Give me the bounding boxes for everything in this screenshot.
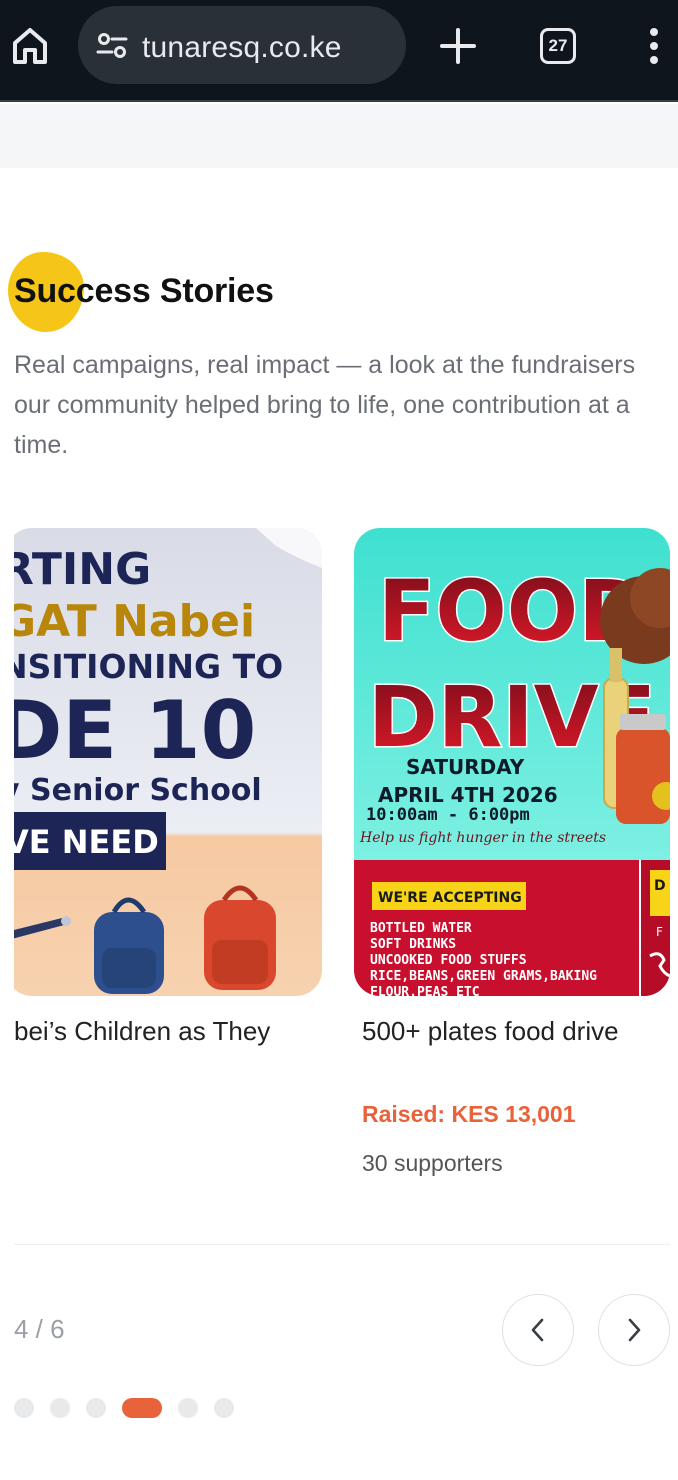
poster-day: SATURDAY — [406, 755, 525, 779]
poster-food-drive: FOOD DRIVE SATURDAY APRIL 4TH 2026 10:00… — [354, 528, 670, 996]
section-title: Success Stories — [14, 272, 274, 310]
poster-item: SOFT DRINKS — [370, 937, 456, 952]
slide-counter: 4 / 6 — [14, 1314, 65, 1344]
poster-text-line4: DE 10 — [14, 684, 256, 777]
poster-text-line2: GAT Nabei — [14, 596, 255, 647]
pagination-dot[interactable] — [86, 1398, 106, 1418]
campaign-title[interactable]: 500+ plates food drive — [354, 1016, 670, 1047]
poster-time: 10:00am - 6:00pm — [366, 805, 530, 825]
address-bar[interactable]: tunaresq.co.ke — [78, 6, 406, 84]
pagination-dot[interactable] — [178, 1398, 198, 1418]
campaign-poster-image[interactable]: FOOD DRIVE SATURDAY APRIL 4TH 2026 10:00… — [354, 528, 670, 996]
home-button[interactable] — [10, 24, 50, 68]
poster-tagline: Help us fight hunger in the streets — [359, 830, 606, 846]
pagination-dot[interactable] — [14, 1398, 34, 1418]
section-description: Real campaigns, real impact — a look at … — [14, 351, 636, 459]
poster-text-line1: RTING — [14, 544, 151, 595]
campaign-title[interactable]: bei’s Children as They — [14, 1016, 322, 1047]
story-card[interactable]: FOOD DRIVE SATURDAY APRIL 4TH 2026 10:00… — [354, 528, 670, 1177]
poster-item: RICE,BEANS,GREEN GRAMS,BAKING — [370, 969, 597, 984]
poster-nabei: RTING GAT Nabei NSITIONING TO DE 10 y Se… — [14, 528, 322, 996]
pagination-dot-active[interactable] — [122, 1398, 162, 1418]
poster-item: BOTTLED WATER — [370, 921, 472, 936]
supporters-count: 30 supporters — [362, 1150, 503, 1176]
poster-date: APRIL 4TH 2026 — [378, 783, 558, 807]
poster-banner-text: VE NEED — [14, 823, 159, 861]
poster-item: FLOUR,PEAS ETC — [370, 985, 480, 996]
overflow-menu-button[interactable] — [640, 26, 668, 66]
pagination-dot[interactable] — [214, 1398, 234, 1418]
page-header-strip — [0, 104, 678, 168]
success-stories-carousel[interactable]: RTING GAT Nabei NSITIONING TO DE 10 y Se… — [14, 528, 670, 1228]
chevron-left-icon — [531, 1318, 544, 1342]
divider — [14, 1244, 670, 1245]
next-slide-button[interactable] — [598, 1294, 670, 1366]
pagination-dot[interactable] — [50, 1398, 70, 1418]
poster-accepting: WE'RE ACCEPTING — [378, 890, 522, 906]
poster-side-text: D h — [654, 878, 670, 894]
plus-icon — [440, 28, 476, 64]
url-text[interactable]: tunaresq.co.ke — [142, 31, 342, 65]
browser-toolbar: tunaresq.co.ke 27 — [0, 0, 678, 102]
chevron-right-icon — [628, 1318, 641, 1342]
new-tab-button[interactable] — [436, 24, 480, 68]
raised-amount: Raised: KES 13,001 — [362, 1101, 576, 1127]
campaign-poster-image[interactable]: RTING GAT Nabei NSITIONING TO DE 10 y Se… — [14, 528, 322, 996]
site-settings-icon[interactable] — [96, 33, 130, 59]
story-card[interactable]: RTING GAT Nabei NSITIONING TO DE 10 y Se… — [14, 528, 322, 1047]
poster-side-link: F — [656, 925, 663, 939]
more-vert-icon — [650, 28, 658, 64]
poster-text-line3: NSITIONING TO — [14, 647, 283, 686]
tab-switcher-button[interactable]: 27 — [540, 28, 576, 64]
poster-text-line5: y Senior School — [14, 773, 262, 808]
poster-item: UNCOOKED FOOD STUFFS — [370, 953, 527, 968]
previous-slide-button[interactable] — [502, 1294, 574, 1366]
pagination-dots — [14, 1398, 250, 1418]
home-icon — [13, 28, 47, 64]
